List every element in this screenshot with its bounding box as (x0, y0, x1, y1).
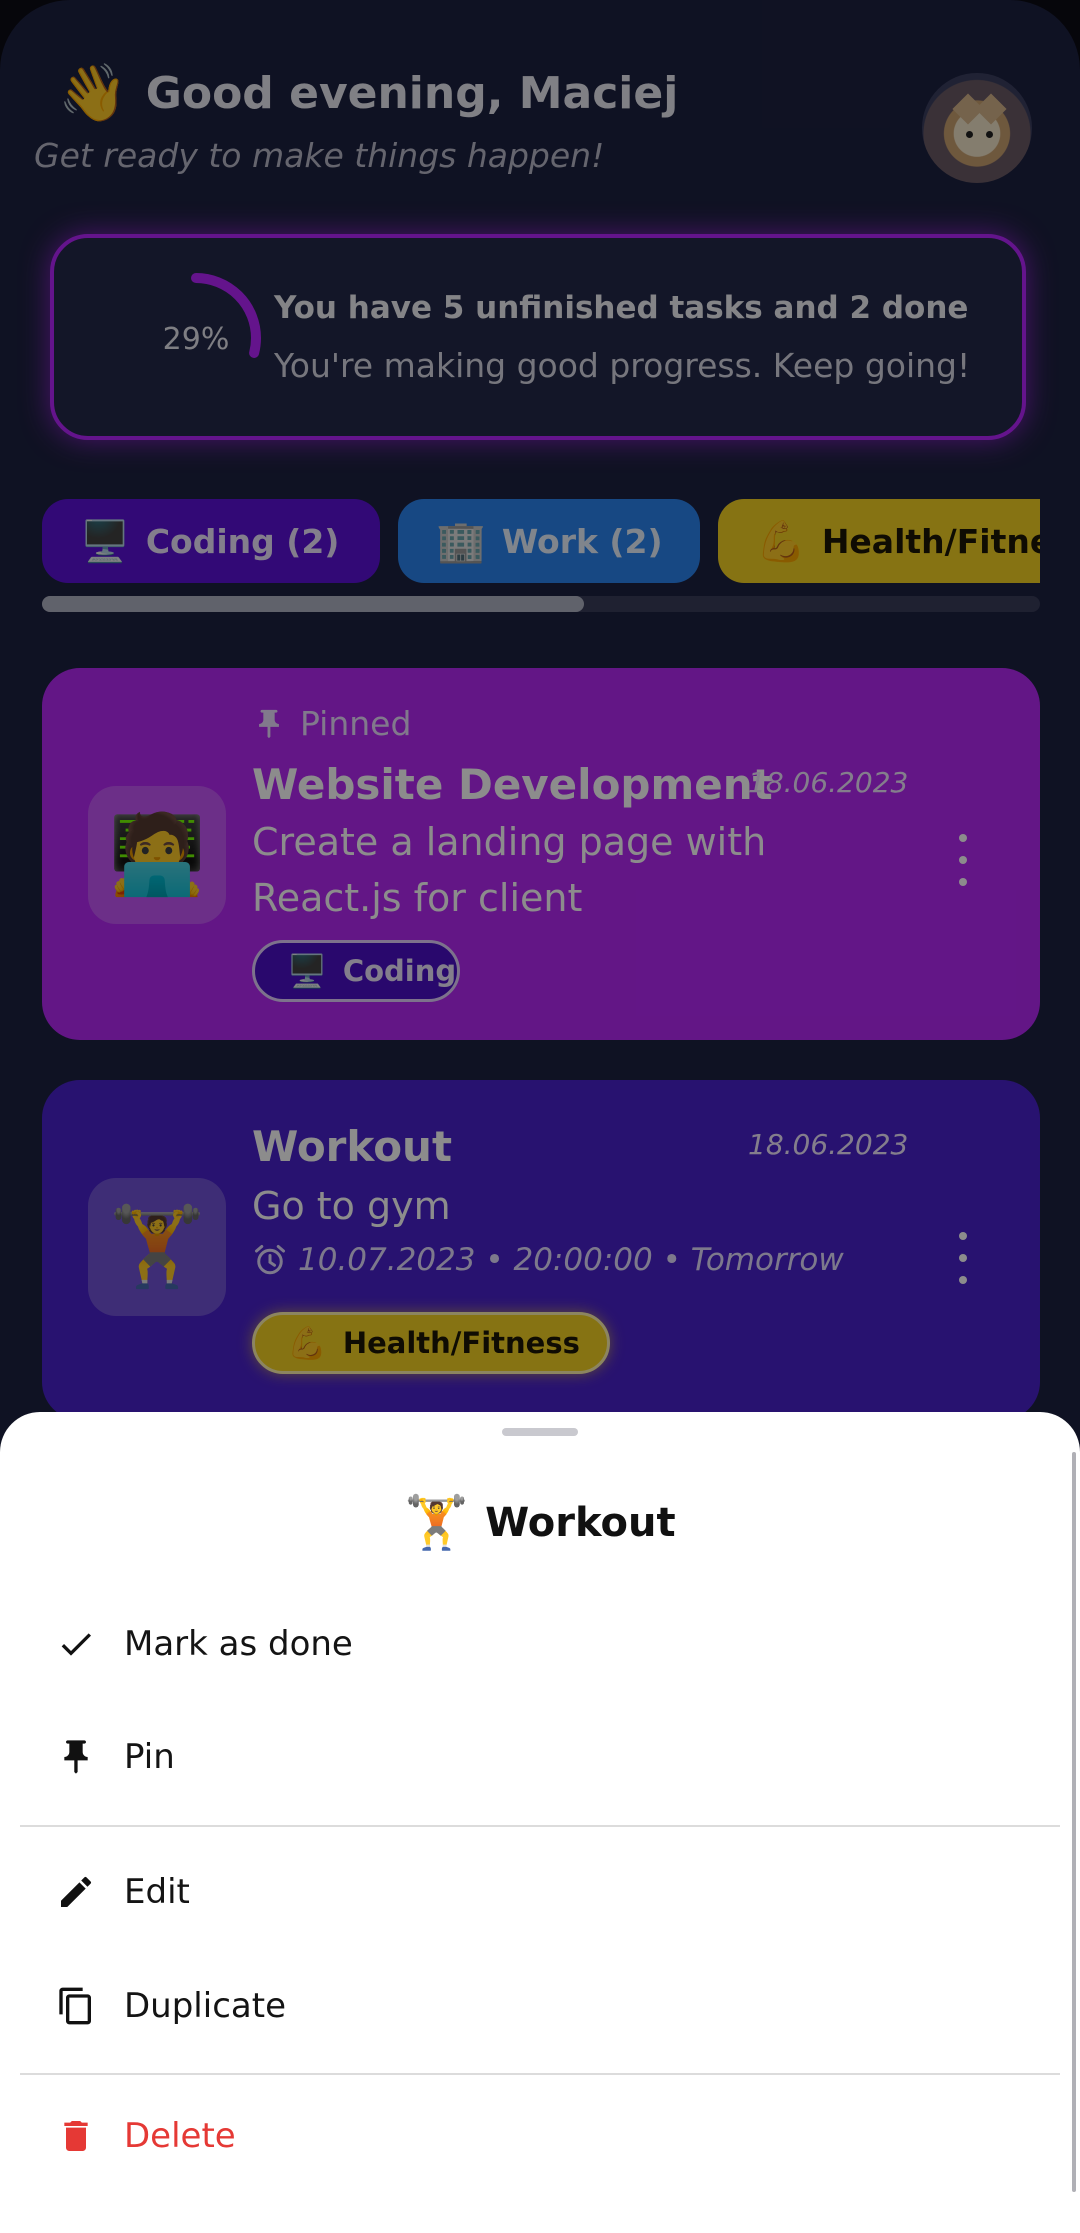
menu-item-label: Edit (124, 1872, 190, 1912)
menu-item-label: Mark as done (124, 1624, 353, 1664)
weightlifter-emoji-icon: 🏋️ (404, 1493, 470, 1553)
sheet-title: 🏋️ Workout (0, 1492, 1080, 1553)
copy-icon (59, 1987, 91, 2025)
menu-item-label: Duplicate (124, 1986, 286, 2026)
menu-item-label: Delete (124, 2116, 236, 2156)
sheet-scrollbar[interactable] (1072, 1452, 1076, 2192)
menu-divider (20, 1825, 1060, 1827)
menu-divider (20, 2073, 1060, 2075)
trash-icon (64, 2121, 88, 2151)
mark-as-done-button[interactable]: Mark as done (20, 1594, 1060, 1694)
sheet-title-text: Workout (485, 1499, 676, 1546)
pencil-icon (61, 1876, 92, 1907)
edit-button[interactable]: Edit (20, 1842, 1060, 1942)
pin-icon (64, 1740, 88, 1774)
delete-button[interactable]: Delete (20, 2086, 1060, 2186)
menu-item-label: Pin (124, 1737, 175, 1777)
pin-button[interactable]: Pin (20, 1707, 1060, 1807)
sheet-drag-handle[interactable] (502, 1428, 578, 1436)
check-icon (61, 1633, 91, 1656)
task-options-sheet: 🏋️ Workout Mark as done Pin Edit Duplica… (0, 1412, 1080, 2233)
duplicate-button[interactable]: Duplicate (20, 1956, 1060, 2056)
